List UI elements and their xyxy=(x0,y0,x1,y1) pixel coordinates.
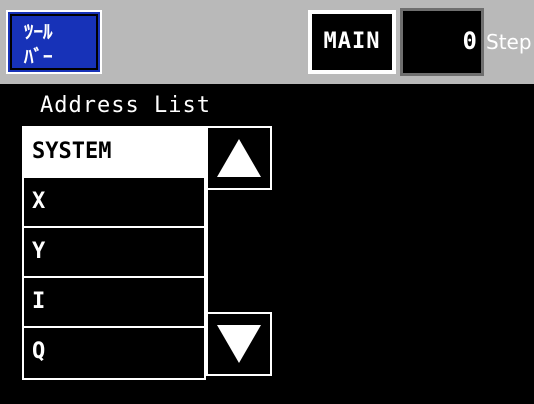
address-list-item-x[interactable]: X xyxy=(24,178,204,228)
address-list-item-y[interactable]: Y xyxy=(24,228,204,278)
scroll-up-button[interactable] xyxy=(206,126,272,190)
tool-bar-button[interactable]: ﾂｰﾙ ﾊﾞｰ xyxy=(6,10,102,74)
address-list-item-q[interactable]: Q xyxy=(24,328,204,378)
tool-box-icon: ﾂｰﾙ ﾊﾞｰ xyxy=(23,21,53,68)
address-list-title: Address List xyxy=(40,93,211,118)
hmi-screen: ﾂｰﾙ ﾊﾞｰ MAIN 0 Step Address List SYSTEM … xyxy=(0,0,534,404)
down-triangle-icon xyxy=(217,325,261,363)
scroll-down-button[interactable] xyxy=(206,312,272,376)
address-list-item-system[interactable]: SYSTEM xyxy=(24,128,204,178)
address-list: SYSTEM X Y I Q xyxy=(22,126,206,380)
step-number-field[interactable]: 0 xyxy=(400,8,484,76)
step-label: Step xyxy=(486,30,532,54)
tool-bar-text-bottom: ﾊﾞｰ xyxy=(23,45,53,68)
program-name-box[interactable]: MAIN xyxy=(308,10,396,74)
top-bar: ﾂｰﾙ ﾊﾞｰ MAIN 0 Step xyxy=(0,0,534,84)
up-triangle-icon xyxy=(217,139,261,177)
scroll-track xyxy=(206,190,272,312)
tool-bar-text-top: ﾂｰﾙ xyxy=(24,21,53,43)
address-list-item-i[interactable]: I xyxy=(24,278,204,328)
